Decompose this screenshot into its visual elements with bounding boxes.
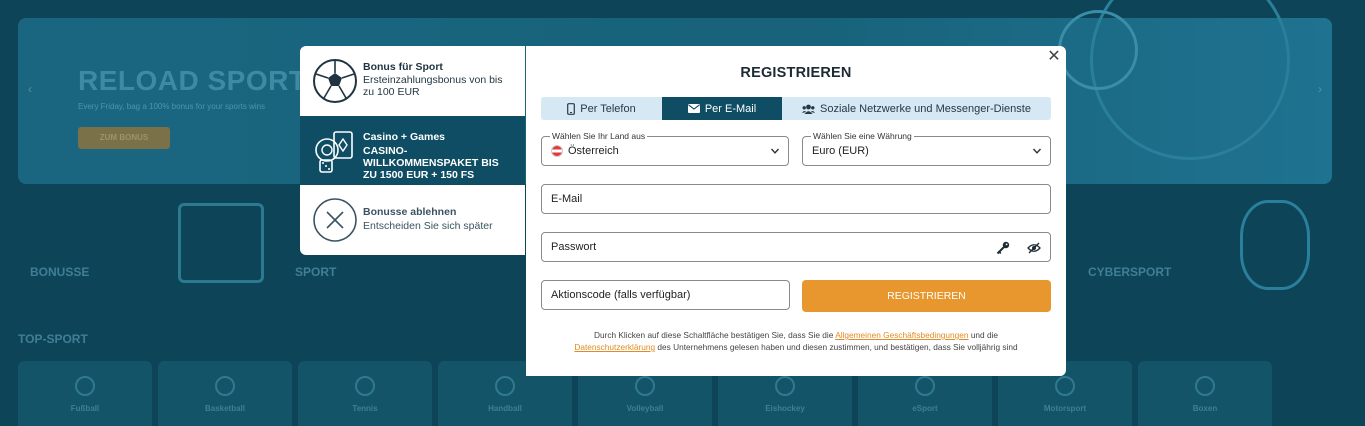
gift-decoration-icon [178, 203, 264, 283]
password-field-box [541, 232, 1051, 262]
users-icon [802, 104, 816, 114]
country-value-wrap: Österreich [551, 145, 619, 157]
bonus-text: CASINO-WILLKOMMENSPAKET BIS ZU 1500 EUR … [363, 145, 499, 181]
tab-email[interactable]: Per E-Mail [662, 97, 782, 120]
key-icon[interactable] [996, 241, 1010, 255]
decline-x-icon [313, 198, 357, 242]
category-sport[interactable]: SPORT [295, 265, 336, 279]
legal-text: Durch Klicken auf diese Schaltfläche bes… [546, 329, 1046, 353]
bonus-option-sport[interactable]: Bonus für Sport Ersteinzahlungsbonus von… [300, 46, 525, 116]
bonus-text: Ersteinzahlungsbonus von bis zu 100 EUR [363, 74, 503, 98]
terms-link[interactable]: Allgemeinen Geschäftsbedingungen [835, 330, 968, 340]
sport-icon [635, 376, 655, 396]
chevron-down-icon [1032, 148, 1042, 154]
promo-code-box [541, 280, 790, 310]
register-button[interactable]: REGISTRIEREN [802, 280, 1051, 312]
tab-phone[interactable]: Per Telefon [541, 97, 662, 120]
email-field[interactable] [551, 185, 1009, 213]
bonus-text: Entscheiden Sie sich später [363, 220, 493, 232]
eye-toggle-icon[interactable] [1027, 242, 1041, 254]
chevron-down-icon [770, 148, 780, 154]
banner-next-icon[interactable]: › [1318, 82, 1322, 96]
banner-subtitle: Every Friday, bag a 100% bonus for your … [78, 102, 266, 111]
bonus-option-decline[interactable]: Bonusse ablehnen Entscheiden Sie sich sp… [300, 185, 525, 255]
envelope-icon [687, 104, 700, 113]
sport-tile[interactable]: Basketball [158, 361, 292, 426]
austria-flag-icon [551, 145, 563, 157]
ball-decoration-icon [1058, 10, 1138, 90]
currency-value-wrap: Euro (EUR) [812, 145, 869, 157]
currency-value: Euro (EUR) [812, 145, 869, 157]
currency-select-label: Wählen Sie eine Währung [811, 131, 914, 141]
legal-text-part: Durch Klicken auf diese Schaltfläche bes… [593, 330, 834, 340]
sport-icon [495, 376, 515, 396]
bonus-title: Bonus für Sport [363, 61, 443, 73]
modal-title: REGISTRIEREN [740, 65, 852, 81]
registration-tabs: Per Telefon Per E-Mail Soziale Netzwerke… [541, 97, 1051, 120]
bonus-selection-panel: Bonus für Sport Ersteinzahlungsbonus von… [300, 46, 525, 255]
bonus-title: Bonusse ablehnen [363, 206, 457, 218]
soccer-ball-icon [313, 59, 357, 103]
phone-icon [567, 102, 576, 115]
bonus-title: Casino + Games [363, 131, 445, 143]
country-value: Österreich [568, 145, 619, 157]
sport-tile[interactable]: Boxen [1138, 361, 1272, 426]
legal-text-part: des Unternehmens gelesen haben und diese… [657, 342, 1018, 352]
sport-icon [355, 376, 375, 396]
sport-tile[interactable]: Tennis [298, 361, 432, 426]
astronaut-decoration-icon [1240, 200, 1310, 290]
registration-modal: ✕ REGISTRIEREN Per Telefon Per E-Mail So… [526, 46, 1066, 376]
sport-icon [775, 376, 795, 396]
category-cybersport[interactable]: CYBERSPORT [1088, 265, 1171, 279]
country-select-label: Wählen Sie Ihr Land aus [550, 131, 648, 141]
banner-button[interactable]: ZUM BONUS [78, 127, 170, 149]
banner-prev-icon[interactable]: ‹ [28, 82, 32, 96]
tab-social[interactable]: Soziale Netzwerke und Messenger-Dienste [782, 97, 1051, 120]
tab-label: Per E-Mail [704, 102, 757, 115]
casino-chips-icon [315, 131, 353, 173]
category-bonusse[interactable]: BONUSSE [30, 265, 89, 279]
sport-icon [1055, 376, 1075, 396]
section-title: TOP-SPORT [18, 332, 88, 346]
currency-select[interactable]: Wählen Sie eine Währung Euro (EUR) [802, 131, 1051, 166]
sport-icon [1195, 376, 1215, 396]
password-field[interactable] [551, 233, 958, 261]
tab-label: Soziale Netzwerke und Messenger-Dienste [820, 102, 1031, 115]
tab-label: Per Telefon [580, 102, 636, 115]
close-icon[interactable]: ✕ [1046, 49, 1062, 65]
legal-text-part: und die [970, 330, 999, 340]
country-select[interactable]: Wählen Sie Ihr Land aus Österreich [541, 131, 789, 166]
sport-tile[interactable]: Fußball [18, 361, 152, 426]
promo-code-field[interactable] [551, 281, 774, 309]
privacy-link[interactable]: Datenschutzerklärung [574, 342, 655, 352]
email-field-box [541, 184, 1051, 214]
sport-icon [215, 376, 235, 396]
banner-title: RELOAD SPORT [78, 65, 307, 96]
sport-icon [915, 376, 935, 396]
bonus-option-casino[interactable]: Casino + Games CASINO-WILLKOMMENSPAKET B… [300, 116, 525, 185]
sport-icon [75, 376, 95, 396]
